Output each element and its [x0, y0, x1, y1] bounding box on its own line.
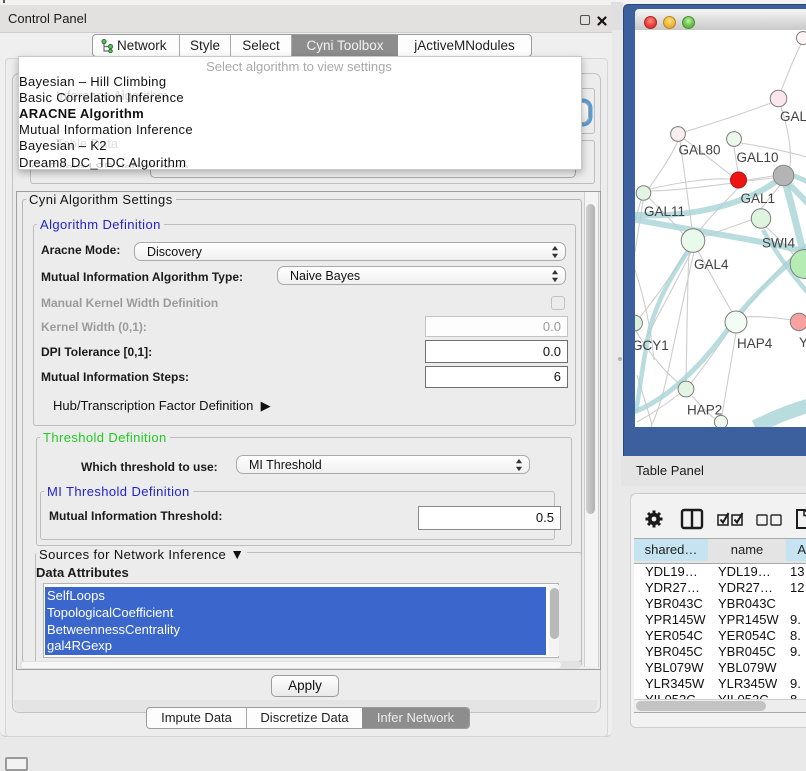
svg-text:HAP4: HAP4: [737, 336, 773, 351]
svg-text:GAL4: GAL4: [694, 257, 729, 272]
svg-text:SWI4: SWI4: [762, 236, 795, 251]
svg-text:GAL7: GAL7: [780, 109, 806, 124]
svg-text:GAL11: GAL11: [644, 204, 685, 219]
svg-text:GAL1: GAL1: [741, 191, 776, 206]
svg-text:Y: Y: [799, 335, 806, 350]
svg-text:HAP2: HAP2: [687, 403, 722, 418]
svg-text:GCY1: GCY1: [635, 338, 669, 353]
svg-text:GAL10: GAL10: [737, 150, 779, 165]
svg-text:GAL80: GAL80: [679, 143, 721, 158]
